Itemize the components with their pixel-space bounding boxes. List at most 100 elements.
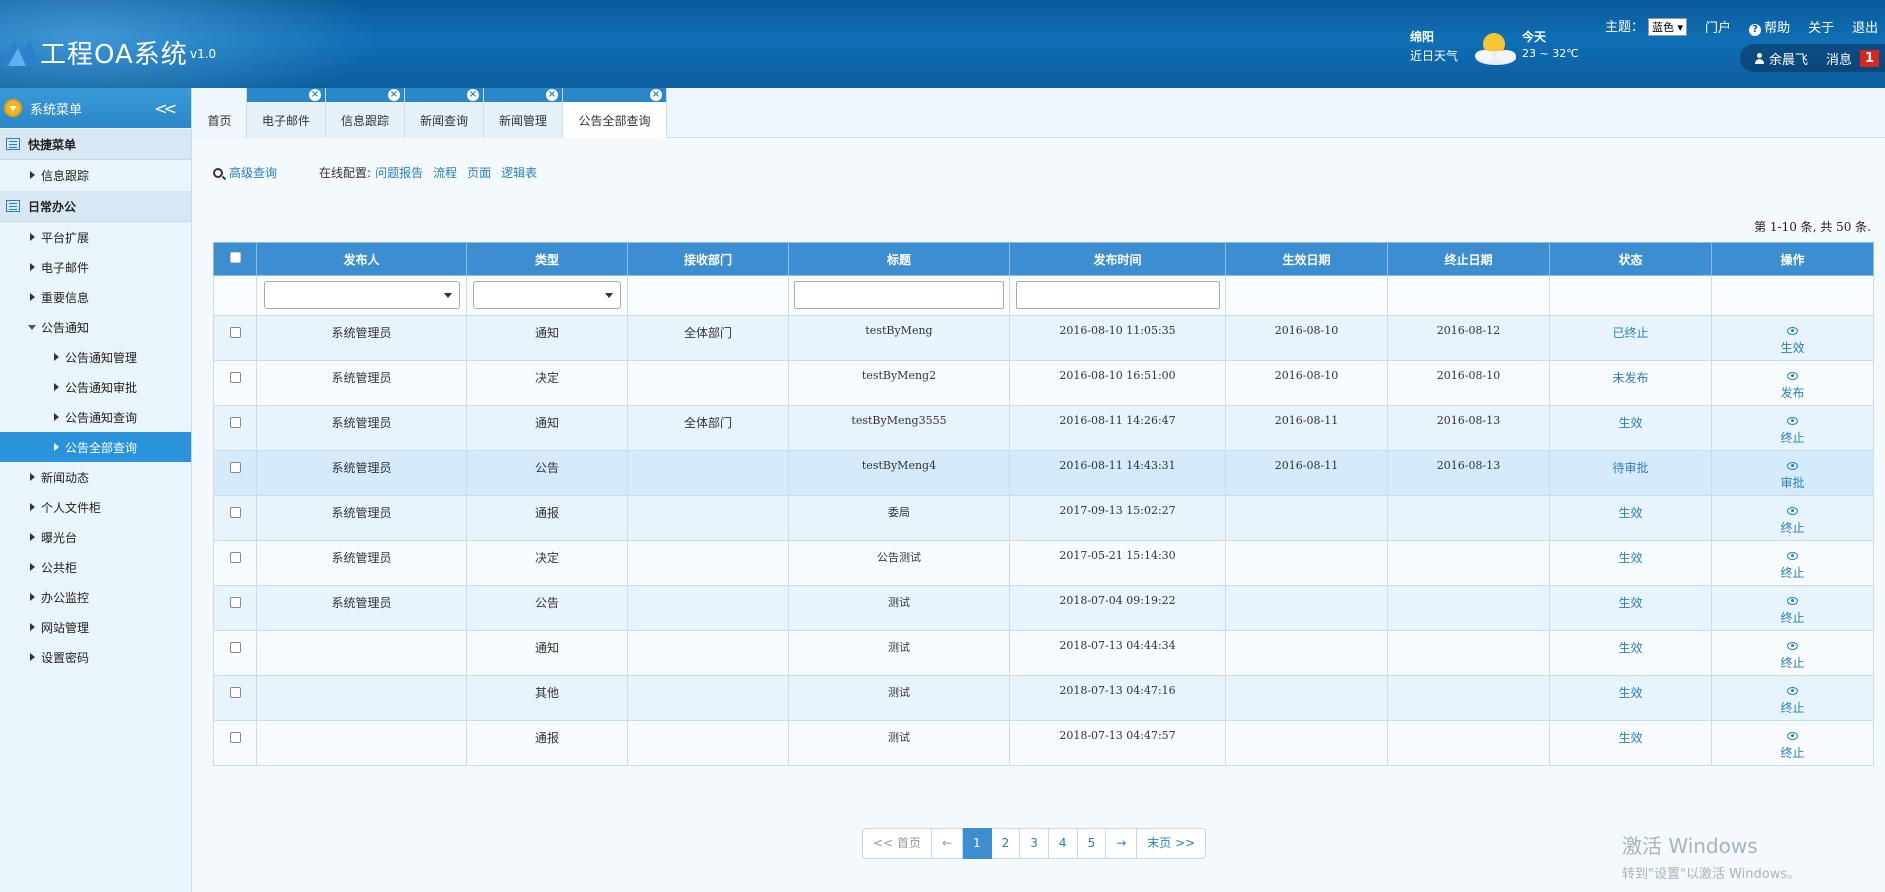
view-icon[interactable] (1787, 597, 1798, 605)
first-page-button[interactable]: << 首页 (862, 828, 932, 859)
view-icon[interactable] (1787, 642, 1798, 650)
column-header[interactable]: 接收部门 (627, 242, 789, 276)
row-checkbox[interactable] (229, 552, 241, 563)
view-icon[interactable] (1787, 687, 1798, 695)
sidebar-item-announcement-query[interactable]: 公告通知查询 (0, 402, 191, 432)
column-header[interactable]: 发布时间 (1009, 242, 1226, 276)
about-link[interactable]: 关于 (1808, 17, 1834, 36)
column-header[interactable]: 终止日期 (1387, 242, 1550, 276)
close-icon[interactable]: × (546, 89, 558, 101)
title-filter-input[interactable] (794, 281, 1004, 309)
config-link-page[interactable]: 页面 (467, 164, 491, 181)
sidebar-item-exposure[interactable]: 曝光台 (0, 522, 191, 552)
select-all-checkbox[interactable] (229, 252, 241, 263)
sidebar-item-announcement-manage[interactable]: 公告通知管理 (0, 342, 191, 372)
row-action-link[interactable]: 终止 (1712, 519, 1873, 536)
column-header[interactable]: 生效日期 (1225, 242, 1388, 276)
row-checkbox[interactable] (229, 687, 241, 698)
sidebar-item-platform[interactable]: 平台扩展 (0, 222, 191, 252)
sidebar-item-email[interactable]: 电子邮件 (0, 252, 191, 282)
logout-link[interactable]: 退出 (1852, 17, 1878, 36)
row-action-link[interactable]: 生效 (1712, 339, 1873, 356)
sidebar-item-public-cabinet[interactable]: 公共柜 (0, 552, 191, 582)
menu-toggle-icon[interactable] (4, 99, 22, 117)
messages-link[interactable]: 消息 (1826, 49, 1852, 68)
close-icon[interactable]: × (650, 89, 662, 101)
sidebar-item-news[interactable]: 新闻动态 (0, 462, 191, 492)
tab-announcement-all[interactable]: × 公告全部查询 (563, 88, 667, 138)
row-action-link[interactable]: 终止 (1712, 609, 1873, 626)
next-page-button[interactable]: → (1106, 828, 1138, 859)
portal-link[interactable]: 门户 (1705, 17, 1731, 36)
sidebar-item-password[interactable]: 设置密码 (0, 642, 191, 672)
tab-email[interactable]: × 电子邮件 (247, 88, 326, 138)
sidebar-item-personal-files[interactable]: 个人文件柜 (0, 492, 191, 522)
page-button[interactable]: 5 (1077, 828, 1107, 859)
config-link-workflow[interactable]: 流程 (433, 164, 457, 181)
sidebar-section-daily-office[interactable]: 日常办公 (0, 190, 191, 222)
time-filter-input[interactable] (1015, 281, 1220, 309)
row-checkbox[interactable] (229, 507, 241, 518)
row-action-link[interactable]: 终止 (1712, 564, 1873, 581)
close-icon[interactable]: × (309, 89, 321, 101)
row-action-link[interactable]: 终止 (1712, 699, 1873, 716)
view-icon[interactable] (1787, 462, 1798, 470)
user-name-link[interactable]: 余晨飞 (1754, 49, 1808, 68)
row-checkbox[interactable] (229, 327, 241, 338)
theme-select[interactable]: 蓝色 ▾ (1648, 18, 1688, 36)
view-icon[interactable] (1787, 327, 1798, 335)
sidebar-item-announcements[interactable]: 公告通知 (0, 312, 191, 342)
page-button[interactable]: 2 (991, 828, 1021, 859)
sidebar-item-announcement-approve[interactable]: 公告通知审批 (0, 372, 191, 402)
config-link-issue-report[interactable]: 问题报告 (375, 164, 423, 181)
publisher-filter-select[interactable] (263, 281, 460, 309)
sidebar-title: 系统菜单 (30, 102, 83, 118)
view-icon[interactable] (1787, 552, 1798, 560)
row-action-link[interactable]: 终止 (1712, 429, 1873, 446)
row-action-link[interactable]: 发布 (1712, 384, 1873, 401)
page-button[interactable]: 1 (963, 828, 992, 859)
view-icon[interactable] (1787, 732, 1798, 740)
page-button[interactable]: 3 (1020, 828, 1049, 859)
row-checkbox[interactable] (229, 462, 241, 473)
sidebar-item-website[interactable]: 网站管理 (0, 612, 191, 642)
view-icon[interactable] (1787, 507, 1798, 515)
tab-home[interactable]: 首页 (193, 88, 247, 138)
advanced-search-link[interactable]: 高级查询 (229, 164, 277, 181)
dept-cell (627, 540, 789, 586)
row-action-link[interactable]: 终止 (1712, 744, 1873, 761)
view-icon[interactable] (1787, 372, 1798, 380)
column-header[interactable]: 状态 (1549, 242, 1712, 276)
row-action-link[interactable]: 终止 (1712, 654, 1873, 671)
row-checkbox[interactable] (229, 732, 241, 743)
row-checkbox[interactable] (229, 642, 241, 653)
row-checkbox[interactable] (229, 597, 241, 608)
view-icon[interactable] (1787, 417, 1798, 425)
caret-right-icon (54, 413, 59, 421)
sidebar-section-shortcuts[interactable]: 快捷菜单 (0, 128, 191, 160)
tab-news-query[interactable]: × 新闻查询 (405, 88, 484, 138)
column-header[interactable]: 操作 (1711, 242, 1874, 276)
row-checkbox[interactable] (229, 417, 241, 428)
sidebar-item-announcement-all[interactable]: 公告全部查询 (0, 432, 191, 462)
collapse-sidebar-icon[interactable]: << (154, 99, 177, 118)
tab-info-tracking[interactable]: × 信息跟踪 (326, 88, 405, 138)
close-icon[interactable]: × (467, 89, 479, 101)
sidebar-item-important[interactable]: 重要信息 (0, 282, 191, 312)
sidebar-item-monitor[interactable]: 办公监控 (0, 582, 191, 612)
column-header[interactable]: 标题 (788, 242, 1010, 276)
config-link-logic-table[interactable]: 逻辑表 (501, 164, 537, 181)
type-filter-select[interactable] (473, 281, 621, 309)
messages-badge[interactable]: 1 (1860, 49, 1880, 67)
page-button[interactable]: 4 (1048, 828, 1078, 859)
row-action-link[interactable]: 审批 (1712, 474, 1873, 491)
help-link[interactable]: ? 帮助 (1749, 17, 1790, 36)
prev-page-button[interactable]: ← (931, 828, 963, 859)
close-icon[interactable]: × (388, 89, 400, 101)
column-header[interactable]: 发布人 (256, 242, 467, 276)
row-checkbox[interactable] (229, 372, 241, 383)
sidebar-item-info-tracking[interactable]: 信息跟踪 (0, 160, 191, 190)
tab-news-manage[interactable]: × 新闻管理 (484, 88, 563, 138)
last-page-button[interactable]: 末页 >> (1137, 828, 1207, 859)
column-header[interactable]: 类型 (466, 242, 628, 276)
